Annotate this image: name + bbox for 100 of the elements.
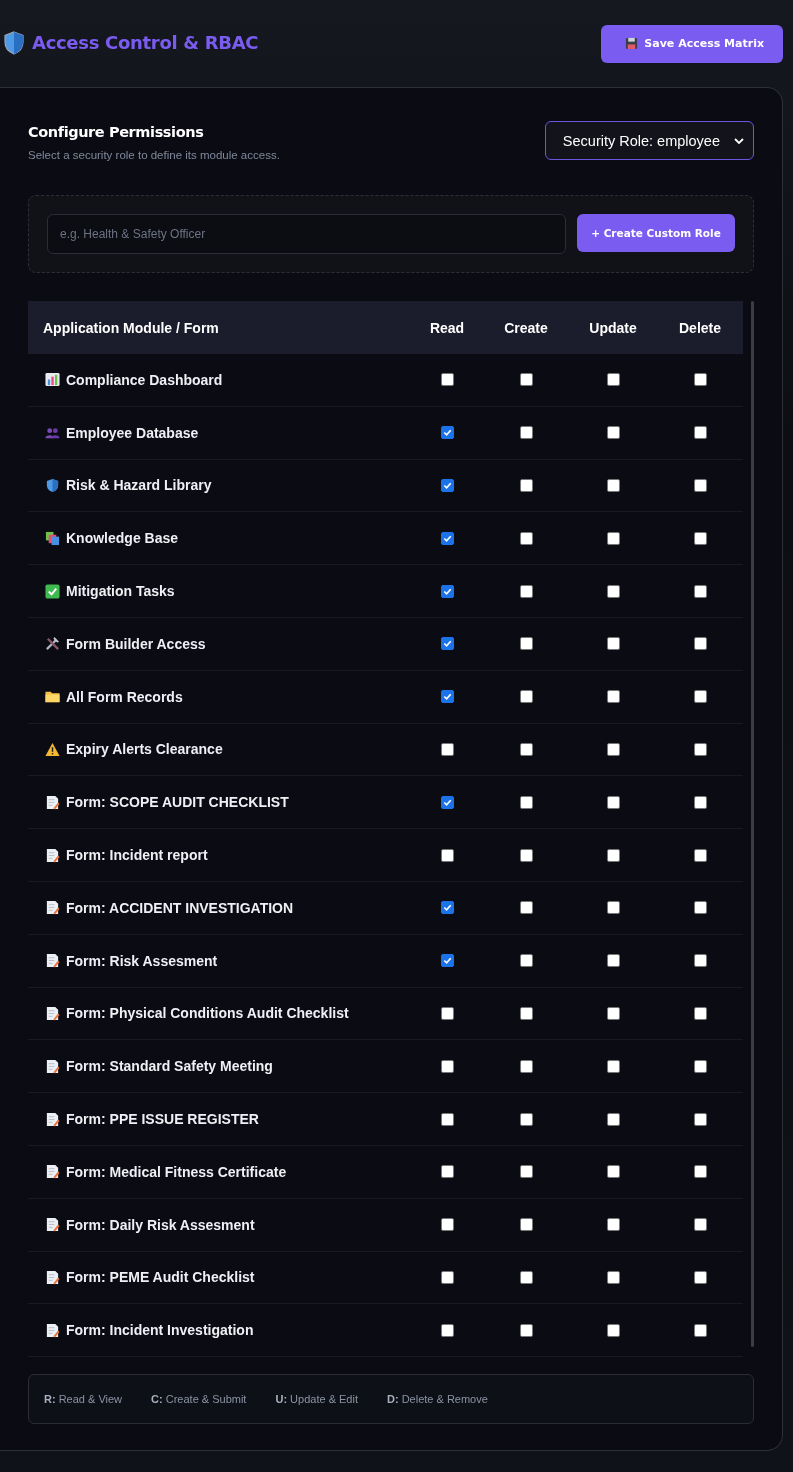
permission-checkbox[interactable] <box>606 1323 620 1337</box>
permission-checkbox[interactable] <box>606 1218 620 1232</box>
permission-checkbox[interactable] <box>693 1218 707 1232</box>
permission-checkbox[interactable] <box>693 1006 707 1020</box>
permission-checkbox[interactable] <box>519 584 533 598</box>
document-pencil-icon <box>45 1217 60 1233</box>
column-header: Create <box>503 319 549 336</box>
permission-checkbox[interactable] <box>519 426 533 440</box>
permission-checkbox[interactable] <box>519 795 533 809</box>
permission-checkbox[interactable] <box>693 479 707 492</box>
permission-checkbox[interactable] <box>606 954 620 968</box>
permission-checkbox[interactable] <box>606 1006 620 1020</box>
permission-checkbox[interactable] <box>440 795 454 809</box>
permission-checkbox[interactable] <box>519 1112 533 1126</box>
permission-checkbox[interactable] <box>440 1218 454 1232</box>
permission-checkbox[interactable] <box>693 1323 707 1337</box>
permission-checkbox[interactable] <box>519 531 533 545</box>
permission-checkbox[interactable] <box>693 742 707 756</box>
permission-checkbox[interactable] <box>519 1270 533 1284</box>
permission-checkbox[interactable] <box>519 479 533 492</box>
permission-checkbox[interactable] <box>440 901 454 915</box>
permission-checkbox[interactable] <box>606 1059 620 1073</box>
module-name: Form: Medical Fitness Certificate <box>66 1163 287 1180</box>
permission-checkbox[interactable] <box>440 848 454 862</box>
module-name: Compliance Dashboard <box>66 371 223 388</box>
permission-checkbox[interactable] <box>519 1059 533 1073</box>
column-header: Update <box>588 319 638 336</box>
save-button[interactable]: Save Access Matrix <box>601 24 783 63</box>
permission-checkbox[interactable] <box>606 742 620 756</box>
module-name: Form: PEME Audit Checklist <box>66 1269 255 1286</box>
permission-checkbox[interactable] <box>606 795 620 809</box>
permission-checkbox[interactable] <box>606 426 620 440</box>
column-header: Application Module / Form <box>42 319 220 336</box>
permission-checkbox[interactable] <box>440 373 454 387</box>
permission-checkbox[interactable] <box>440 479 454 492</box>
module-name: Form: PPE ISSUE REGISTER <box>66 1111 259 1128</box>
permission-checkbox[interactable] <box>606 1270 620 1284</box>
permission-checkbox[interactable] <box>606 1112 620 1126</box>
permission-checkbox[interactable] <box>519 373 533 387</box>
permission-checkbox[interactable] <box>693 848 707 862</box>
warning-icon <box>45 741 60 757</box>
permission-checkbox[interactable] <box>440 426 454 440</box>
permission-checkbox[interactable] <box>693 1165 707 1179</box>
permission-checkbox[interactable] <box>693 795 707 809</box>
column-header: Delete <box>678 319 722 336</box>
permission-checkbox[interactable] <box>606 531 620 545</box>
permission-checkbox[interactable] <box>693 1112 707 1126</box>
role-select[interactable]: Security Role: employee <box>544 121 754 160</box>
permission-checkbox[interactable] <box>606 848 620 862</box>
permission-checkbox[interactable] <box>693 584 707 598</box>
permission-checkbox[interactable] <box>440 742 454 756</box>
permission-checkbox[interactable] <box>606 901 620 915</box>
document-pencil-icon <box>45 794 60 810</box>
permission-checkbox[interactable] <box>693 901 707 915</box>
permission-checkbox[interactable] <box>606 690 620 704</box>
permission-checkbox[interactable] <box>440 531 454 545</box>
permission-checkbox[interactable] <box>519 954 533 968</box>
permission-checkbox[interactable] <box>606 479 620 492</box>
permission-checkbox[interactable] <box>693 690 707 704</box>
permission-checkbox[interactable] <box>693 637 707 651</box>
permission-checkbox[interactable] <box>693 1059 707 1073</box>
permission-checkbox[interactable] <box>440 954 454 968</box>
module-name: Form: ACCIDENT INVESTIGATION <box>66 899 294 916</box>
permission-checkbox[interactable] <box>440 584 454 598</box>
permission-checkbox[interactable] <box>440 1059 454 1073</box>
module-name: Form: Incident report <box>66 847 208 864</box>
permission-checkbox[interactable] <box>693 426 707 440</box>
permission-checkbox[interactable] <box>606 373 620 387</box>
permission-checkbox[interactable] <box>440 1112 454 1126</box>
permission-checkbox[interactable] <box>693 1270 707 1284</box>
document-pencil-icon <box>45 953 60 969</box>
create-role-button[interactable]: + Create Custom Role <box>577 214 735 252</box>
permission-checkbox[interactable] <box>440 1323 454 1337</box>
permission-checkbox[interactable] <box>519 848 533 862</box>
legend-item: R: Read & View <box>44 1393 123 1406</box>
permission-checkbox[interactable] <box>606 1165 620 1179</box>
module-name: Form: Incident Investigation <box>66 1322 254 1339</box>
permission-checkbox[interactable] <box>440 1006 454 1020</box>
tools-icon <box>45 636 60 652</box>
permission-checkbox[interactable] <box>693 954 707 968</box>
permission-checkbox[interactable] <box>519 637 533 651</box>
permission-checkbox[interactable] <box>519 1218 533 1232</box>
chevron-down-icon <box>734 137 744 144</box>
permission-checkbox[interactable] <box>693 373 707 387</box>
permission-checkbox[interactable] <box>606 637 620 651</box>
permission-checkbox[interactable] <box>519 901 533 915</box>
role-name-input[interactable]: e.g. Health & Safety Officer <box>47 214 566 254</box>
module-name: Employee Database <box>66 424 199 441</box>
permission-checkbox[interactable] <box>440 637 454 651</box>
permission-checkbox[interactable] <box>440 1270 454 1284</box>
legend-item: D: Delete & Remove <box>387 1393 488 1406</box>
permission-checkbox[interactable] <box>519 1006 533 1020</box>
permission-checkbox[interactable] <box>440 690 454 704</box>
permission-checkbox[interactable] <box>693 531 707 545</box>
permission-checkbox[interactable] <box>519 742 533 756</box>
permission-checkbox[interactable] <box>519 1165 533 1179</box>
permission-checkbox[interactable] <box>519 1323 533 1337</box>
permission-checkbox[interactable] <box>519 690 533 704</box>
permission-checkbox[interactable] <box>606 584 620 598</box>
permission-checkbox[interactable] <box>440 1165 454 1179</box>
